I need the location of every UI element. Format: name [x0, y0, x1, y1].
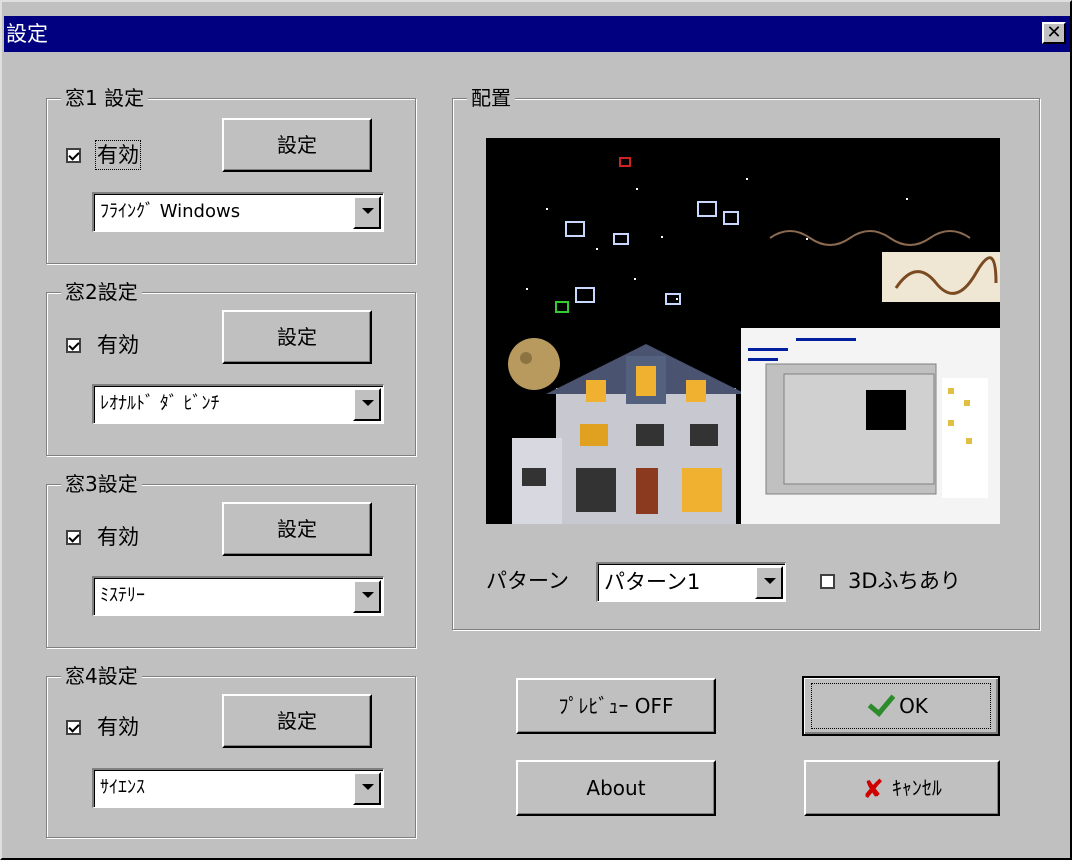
window3-enabled-checkbox[interactable]	[66, 530, 81, 545]
window4-enabled-label[interactable]: 有効	[97, 714, 139, 740]
window4-effect-value: ｻｲｴﾝｽ	[100, 777, 145, 798]
ok-button[interactable]: OK	[802, 676, 1000, 736]
window3-effect-select[interactable]: ﾐｽﾃﾘｰ	[92, 576, 384, 616]
preview-toggle-button[interactable]: ﾌﾟﾚﾋﾞｭｰ OFF	[516, 678, 716, 734]
layout-legend: 配置	[467, 85, 515, 111]
title-bar: 設定 ✕	[4, 16, 1070, 52]
frame-3d-label[interactable]: 3Dふちあり	[848, 568, 961, 594]
chevron-down-icon[interactable]	[353, 772, 381, 805]
chevron-down-icon[interactable]	[353, 196, 381, 229]
about-button[interactable]: About	[516, 760, 716, 816]
pattern-value: パターン1	[604, 570, 701, 594]
window2-effect-select[interactable]: ﾚｵﾅﾙﾄﾞ ﾀﾞ ﾋﾞﾝﾁ	[92, 384, 384, 424]
window2-legend: 窓2設定	[61, 279, 142, 305]
pattern-label: パターン	[486, 569, 569, 593]
chevron-down-icon[interactable]	[755, 566, 783, 599]
pattern-select[interactable]: パターン1	[596, 562, 786, 602]
cancel-button[interactable]: ✘ ｷｬﾝｾﾙ	[804, 760, 1000, 816]
focus-rectangle	[811, 683, 991, 729]
preview-scene-image	[508, 157, 1000, 524]
settings-dialog: 設定 ✕ 窓1 設定 有効 設定 ﾌﾗｲﾝｸﾞ Windows 窓2設定 有効 …	[0, 0, 1072, 860]
window3-settings-button[interactable]: 設定	[222, 502, 372, 556]
window2-settings-button[interactable]: 設定	[222, 310, 372, 364]
window2-enabled-checkbox[interactable]	[66, 338, 81, 353]
window3-effect-value: ﾐｽﾃﾘｰ	[100, 585, 145, 606]
window4-settings-button[interactable]: 設定	[222, 694, 372, 748]
layout-preview	[486, 138, 1000, 524]
window-title: 設定	[6, 22, 48, 46]
window4-enabled-checkbox[interactable]	[66, 720, 81, 735]
window1-legend: 窓1 設定	[61, 85, 149, 111]
window1-enabled-label[interactable]: 有効	[95, 140, 141, 170]
cancel-x-icon: ✘	[862, 775, 884, 805]
window1-enabled-checkbox[interactable]	[66, 148, 81, 163]
window2-enabled-label[interactable]: 有効	[97, 332, 139, 358]
window1-settings-button[interactable]: 設定	[222, 118, 372, 172]
chevron-down-icon[interactable]	[353, 580, 381, 613]
window2-effect-value: ﾚｵﾅﾙﾄﾞ ﾀﾞ ﾋﾞﾝﾁ	[100, 393, 220, 414]
window1-effect-value: ﾌﾗｲﾝｸﾞ Windows	[100, 201, 241, 222]
frame-3d-checkbox[interactable]	[820, 574, 835, 589]
window4-effect-select[interactable]: ｻｲｴﾝｽ	[92, 768, 384, 808]
window3-enabled-label[interactable]: 有効	[97, 524, 139, 550]
window1-effect-select[interactable]: ﾌﾗｲﾝｸﾞ Windows	[92, 192, 384, 232]
close-button[interactable]: ✕	[1042, 22, 1066, 44]
window4-legend: 窓4設定	[61, 663, 142, 689]
window3-legend: 窓3設定	[61, 471, 142, 497]
cancel-button-label: ｷｬﾝｾﾙ	[891, 776, 942, 800]
chevron-down-icon[interactable]	[353, 388, 381, 421]
